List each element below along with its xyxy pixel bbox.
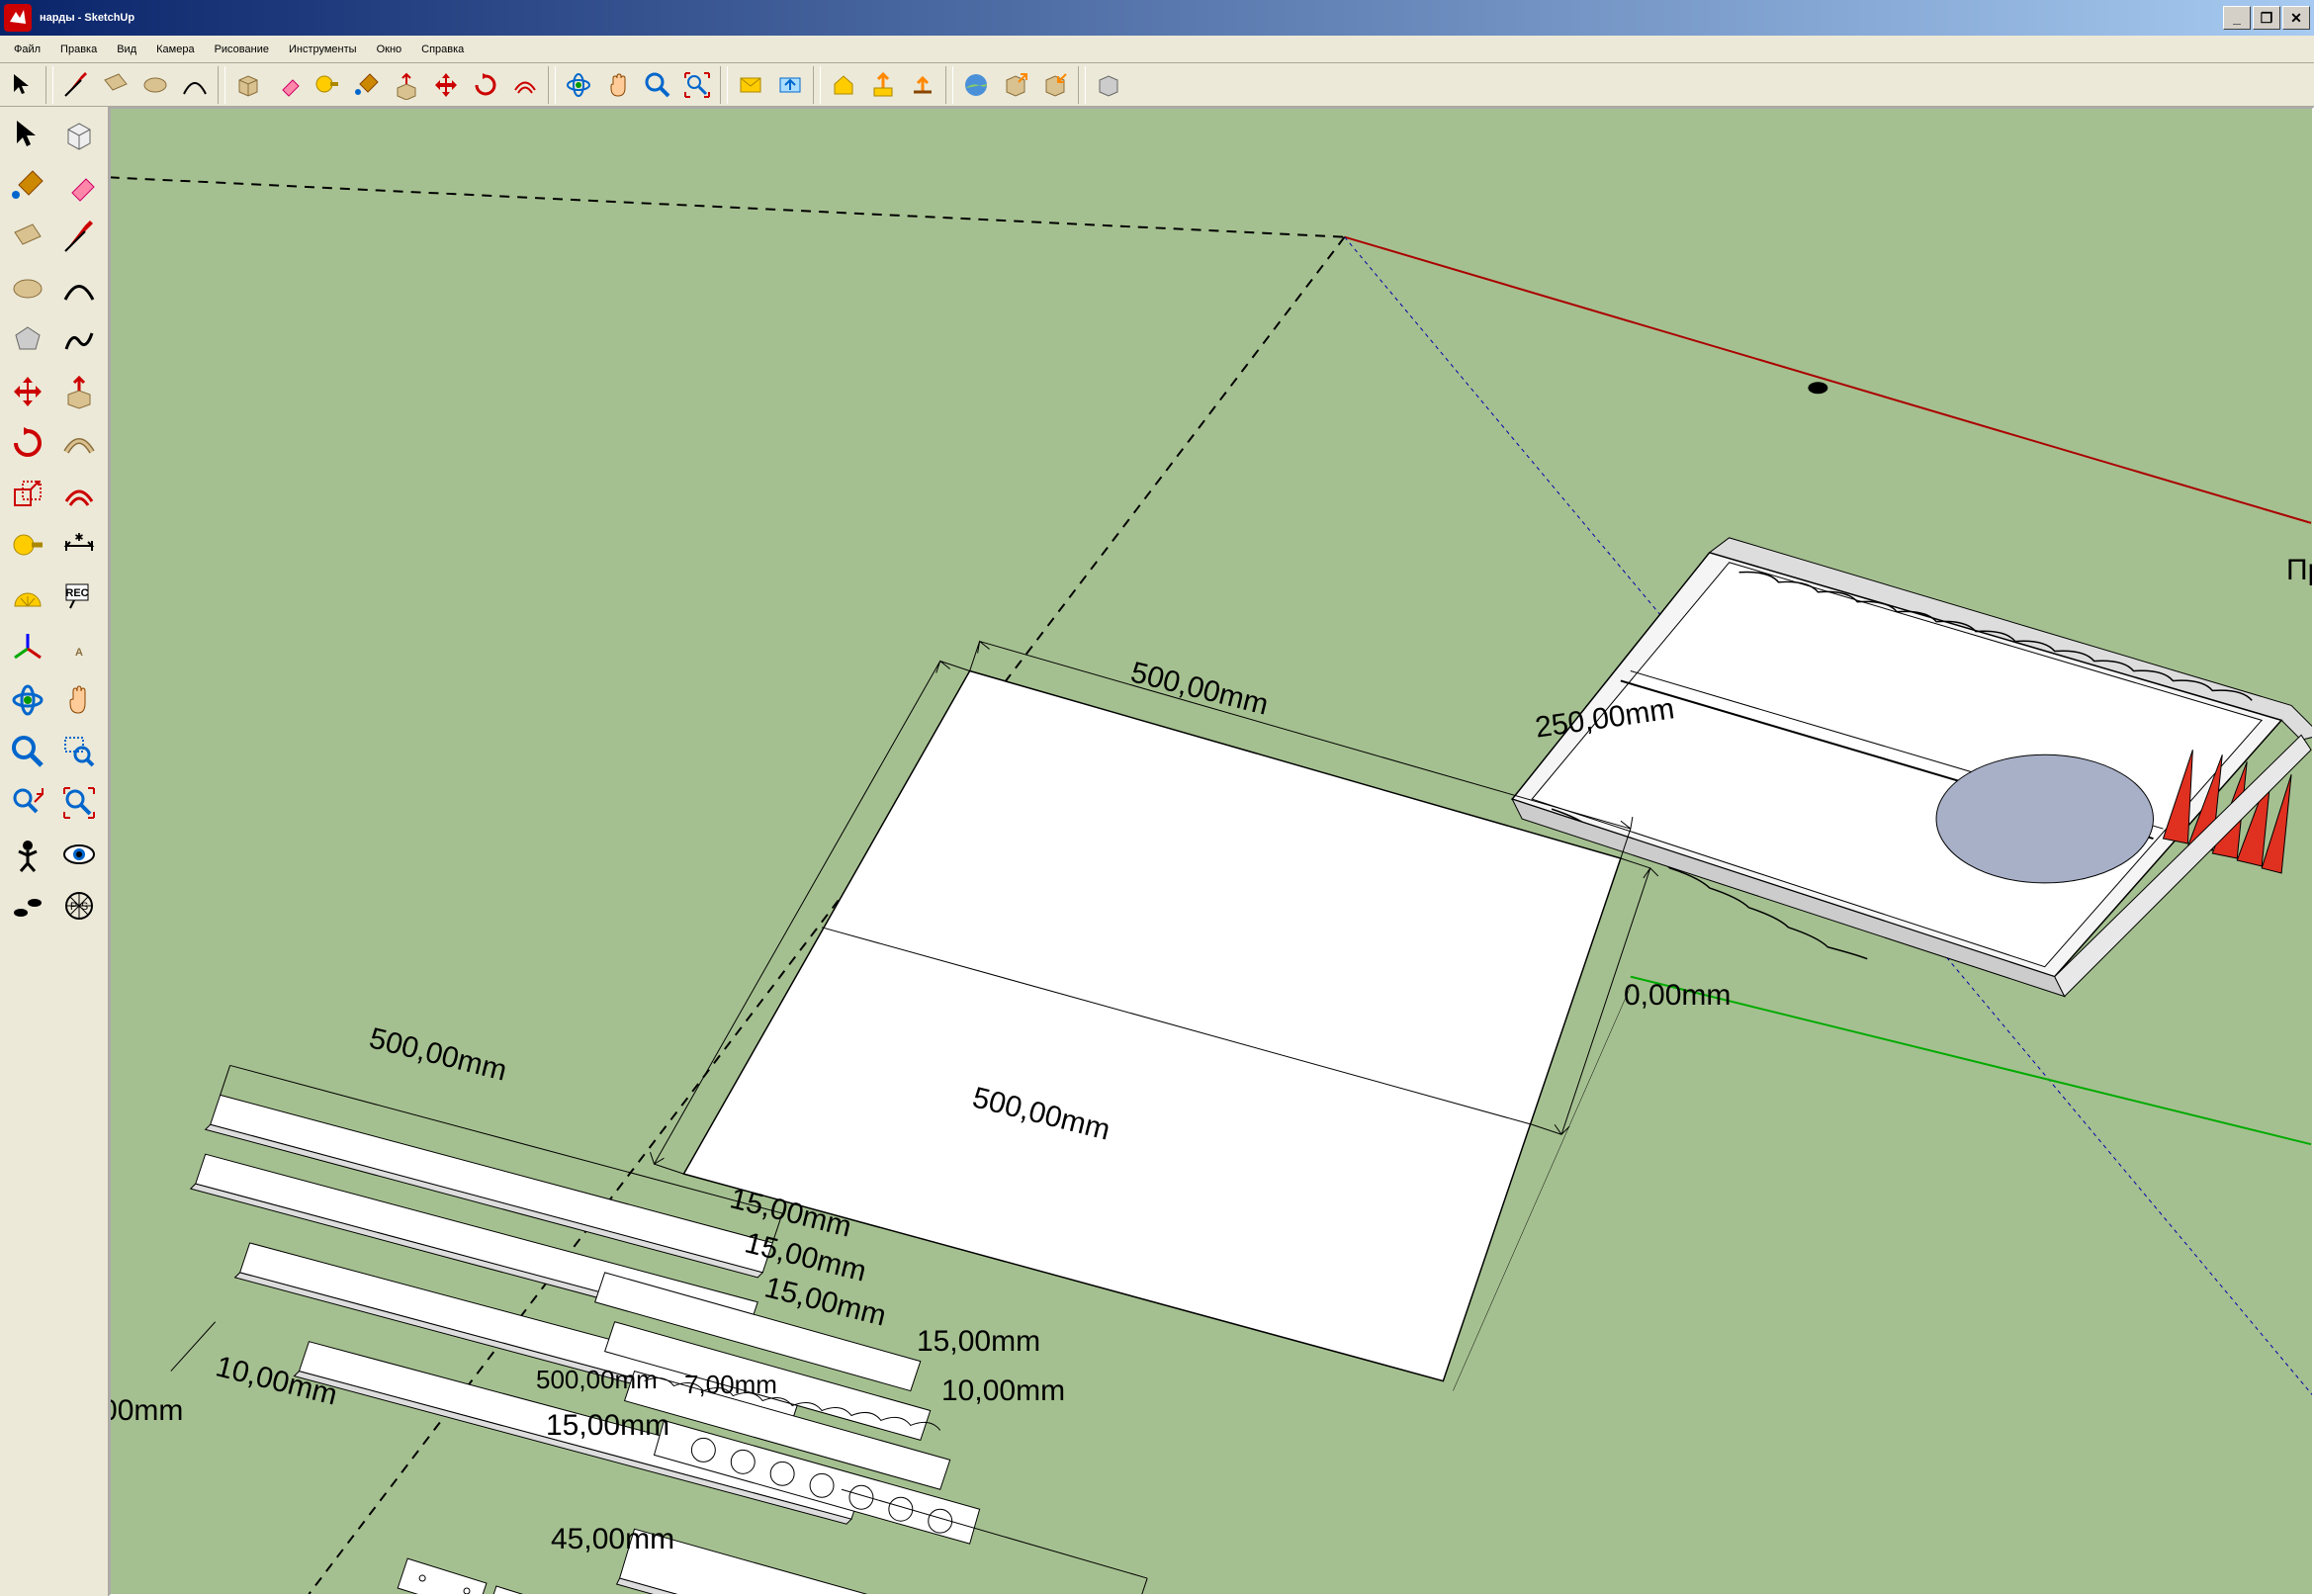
pan-tool-icon[interactable] — [599, 66, 637, 104]
axis-dashed-1 — [111, 168, 1345, 237]
scale-icon[interactable] — [4, 471, 51, 518]
google-earth-icon[interactable] — [957, 66, 995, 104]
text-icon[interactable]: REC — [55, 574, 103, 621]
board-circle — [1936, 754, 2153, 883]
zoom-window-icon[interactable] — [55, 728, 103, 775]
get-models-icon[interactable] — [771, 66, 809, 104]
dim-3: 3,00mm — [109, 1394, 183, 1428]
3d-text-icon[interactable]: A — [55, 625, 103, 672]
upload-icon[interactable] — [904, 66, 941, 104]
pushpull-side-icon[interactable] — [55, 368, 103, 415]
make-component-icon[interactable] — [229, 66, 267, 104]
eraser-tool-icon[interactable] — [269, 66, 307, 104]
backgammon-board — [1512, 538, 2312, 997]
axis-green — [1631, 977, 2311, 1145]
offset-side-icon[interactable] — [55, 471, 103, 518]
prev-view-icon[interactable] — [4, 779, 51, 827]
dimension-icon[interactable]: ✱ — [55, 522, 103, 570]
import-icon[interactable] — [1036, 66, 1074, 104]
orbit-side-icon[interactable] — [4, 676, 51, 724]
close-button[interactable]: ✕ — [2282, 6, 2310, 30]
eraser-side-icon[interactable] — [55, 162, 103, 210]
zoom-tool-icon[interactable] — [639, 66, 676, 104]
menu-draw[interactable]: Рисование — [205, 42, 279, 57]
figure-marker — [1808, 382, 1827, 394]
menu-camera[interactable]: Камера — [146, 42, 204, 57]
rotate-side-icon[interactable] — [4, 419, 51, 467]
side-toolbar: ✱ REC A P-S — [0, 107, 109, 1596]
minimize-button[interactable]: _ — [2223, 6, 2251, 30]
paint-bucket-icon[interactable] — [348, 66, 386, 104]
arc-tool-icon[interactable] — [176, 66, 214, 104]
axes-icon[interactable] — [4, 625, 51, 672]
pan-side-icon[interactable] — [55, 676, 103, 724]
protractor-icon[interactable] — [4, 574, 51, 621]
zoom-extents-icon[interactable] — [678, 66, 716, 104]
orbit-tool-icon[interactable] — [560, 66, 597, 104]
svg-text:REC: REC — [65, 587, 88, 599]
menu-view[interactable]: Вид — [107, 42, 146, 57]
menu-window[interactable]: Окно — [367, 42, 412, 57]
menu-file[interactable]: Файл — [4, 42, 50, 57]
walk-icon[interactable] — [4, 882, 51, 930]
menu-bar: Файл Правка Вид Камера Рисование Инструм… — [0, 36, 2314, 63]
scene-svg — [111, 109, 2312, 1594]
dim-500b: 500,00mm — [536, 1365, 658, 1395]
circle-tool-icon[interactable] — [136, 66, 174, 104]
zoom-side-icon[interactable] — [4, 728, 51, 775]
move-side-icon[interactable] — [4, 368, 51, 415]
top-toolbar — [0, 63, 2314, 107]
dim-45: 45,00mm — [551, 1523, 674, 1556]
export-icon[interactable] — [997, 66, 1034, 104]
position-camera-icon[interactable] — [4, 831, 51, 878]
look-around-icon[interactable] — [55, 831, 103, 878]
share-model-icon[interactable] — [864, 66, 902, 104]
dim-10b: 10,00mm — [941, 1374, 1065, 1408]
move-tool-icon[interactable] — [427, 66, 465, 104]
rotate-tool-icon[interactable] — [467, 66, 504, 104]
freehand-icon[interactable] — [55, 316, 103, 364]
menu-edit[interactable]: Правка — [50, 42, 107, 57]
menu-tools[interactable]: Инструменты — [279, 42, 367, 57]
follow-me-icon[interactable] — [55, 419, 103, 467]
tape-side-icon[interactable] — [4, 522, 51, 570]
svg-text:P-S: P-S — [70, 901, 88, 913]
dim-7: 7,00mm — [684, 1370, 777, 1400]
line-tool-icon[interactable] — [57, 66, 95, 104]
dim-15b: 15,00mm — [546, 1409, 669, 1443]
arc-side-icon[interactable] — [55, 265, 103, 312]
circle-side-icon[interactable] — [4, 265, 51, 312]
polygon-icon[interactable] — [4, 316, 51, 364]
offset-tool-icon[interactable] — [506, 66, 544, 104]
line-side-icon[interactable] — [55, 214, 103, 261]
rectangle-tool-icon[interactable] — [97, 66, 134, 104]
component-icon[interactable] — [55, 111, 103, 158]
select-tool-icon[interactable] — [4, 66, 42, 104]
zoom-extents-side-icon[interactable] — [55, 779, 103, 827]
paint-bucket-side-icon[interactable] — [4, 162, 51, 210]
svg-text:✱: ✱ — [74, 532, 83, 544]
tape-tool-icon[interactable] — [309, 66, 346, 104]
app-icon — [4, 4, 32, 32]
maximize-button[interactable]: ❐ — [2253, 6, 2280, 30]
dim-0: 0,00mm — [1624, 979, 1731, 1013]
menu-help[interactable]: Справка — [411, 42, 474, 57]
pushpull-tool-icon[interactable] — [388, 66, 425, 104]
axis-red — [1345, 237, 2311, 523]
rectangle-side-icon[interactable] — [4, 214, 51, 261]
preview-icon[interactable] — [1090, 66, 1127, 104]
dim-15e: 15,00mm — [917, 1325, 1040, 1359]
add-location-icon[interactable] — [732, 66, 769, 104]
window-title: нарды - SketchUp — [40, 12, 134, 24]
warehouse-icon[interactable] — [825, 66, 862, 104]
title-bar: нарды - SketchUp _ ❐ ✕ — [0, 0, 2314, 36]
section-icon[interactable]: P-S — [55, 882, 103, 930]
select-icon[interactable] — [4, 111, 51, 158]
viewport-3d[interactable]: 500,00mm 250,00mm 500,00mm 500,00mm 250,… — [109, 107, 2314, 1596]
svg-text:A: A — [75, 647, 83, 659]
label-pr: Пр — [2286, 554, 2314, 587]
